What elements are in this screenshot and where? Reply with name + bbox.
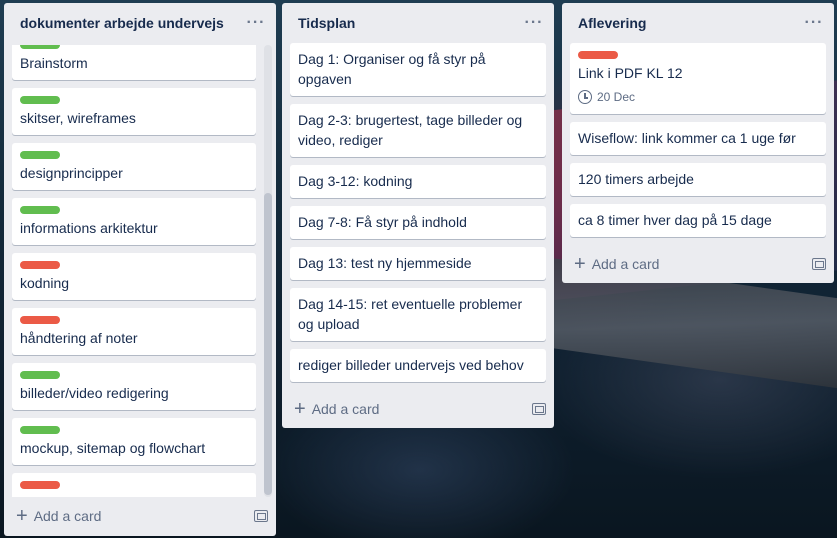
green-label bbox=[20, 371, 60, 379]
scrollbar-thumb[interactable] bbox=[264, 193, 272, 495]
card-title: håndtering af noter bbox=[20, 330, 138, 346]
card-link-i-pdf[interactable]: Link i PDF KL 12 20 Dec bbox=[570, 43, 826, 114]
card-template-icon[interactable] bbox=[532, 403, 546, 415]
due-date-badge: 20 Dec bbox=[578, 87, 818, 107]
add-card-button[interactable]: + Add a card bbox=[574, 253, 660, 275]
card-container: Brainstorm skitser, wireframes designpri… bbox=[4, 45, 264, 497]
list-header: dokumenter arbejde undervejs ··· bbox=[4, 3, 276, 43]
green-label bbox=[20, 206, 60, 214]
add-card-button[interactable]: + Add a card bbox=[16, 505, 102, 527]
green-label bbox=[20, 151, 60, 159]
card-title: rediger billeder undervejs ved behov bbox=[298, 357, 524, 373]
green-label bbox=[20, 96, 60, 104]
list-title[interactable]: dokumenter arbejde undervejs bbox=[20, 15, 224, 31]
card-title: Wiseflow: link kommer ca 1 uge før bbox=[578, 130, 796, 146]
card-kodning[interactable]: kodning bbox=[12, 253, 256, 300]
plus-icon: + bbox=[294, 398, 306, 420]
add-card-label: Add a card bbox=[33, 508, 102, 524]
list-menu-icon[interactable]: ··· bbox=[244, 11, 268, 35]
card-title: Link i PDF KL 12 bbox=[578, 65, 683, 81]
card-dag-14-15[interactable]: Dag 14-15: ret eventuelle problemer og u… bbox=[290, 288, 546, 341]
green-label bbox=[20, 426, 60, 434]
card-title: ca 8 timer hver dag på 15 dage bbox=[578, 212, 772, 228]
add-card-row: + Add a card bbox=[4, 497, 276, 535]
red-label bbox=[20, 316, 60, 324]
card-template-icon[interactable] bbox=[254, 510, 268, 522]
card-title: billeder/video redigering bbox=[20, 385, 169, 401]
card-title: Dag 2-3: brugertest, tage billeder og vi… bbox=[298, 112, 523, 148]
card-8-timer[interactable]: ca 8 timer hver dag på 15 dage bbox=[570, 204, 826, 237]
card-billeder-video[interactable]: billeder/video redigering bbox=[12, 363, 256, 410]
card-mockup[interactable]: mockup, sitemap og flowchart bbox=[12, 418, 256, 465]
add-card-row: + Add a card bbox=[282, 390, 554, 428]
card-120-timer[interactable]: 120 timers arbejde bbox=[570, 163, 826, 196]
card-title: informations arkitektur bbox=[20, 220, 158, 236]
card-title: Brainstorm bbox=[20, 55, 88, 71]
card-rediger-billeder[interactable]: rediger billeder undervejs ved behov bbox=[290, 349, 546, 382]
list-menu-icon[interactable]: ··· bbox=[802, 11, 826, 35]
card-dag-1[interactable]: Dag 1: Organiser og få styr på opgaven bbox=[290, 43, 546, 96]
card-dag-2-3[interactable]: Dag 2-3: brugertest, tage billeder og vi… bbox=[290, 104, 546, 157]
card-designprincipper[interactable]: designprincipper bbox=[12, 143, 256, 190]
card-title: Dag 1: Organiser og få styr på opgaven bbox=[298, 51, 486, 87]
card-dag-13[interactable]: Dag 13: test ny hjemmeside bbox=[290, 247, 546, 280]
card-title: kodning bbox=[20, 275, 70, 291]
card-brainstorm[interactable]: Brainstorm bbox=[12, 45, 256, 80]
card-title: mockup, sitemap og flowchart bbox=[20, 440, 206, 456]
card-title: Dag 13: test ny hjemmeside bbox=[298, 255, 472, 271]
card-title: 120 timers arbejde bbox=[578, 171, 694, 187]
card-title: Dag 7-8: Få styr på indhold bbox=[298, 214, 467, 230]
list-aflevering: Aflevering ··· Link i PDF KL 12 20 Dec W… bbox=[562, 3, 834, 283]
plus-icon: + bbox=[16, 505, 28, 527]
list-header: Aflevering ··· bbox=[562, 3, 834, 43]
plus-icon: + bbox=[574, 253, 586, 275]
list-menu-icon[interactable]: ··· bbox=[522, 11, 546, 35]
list-dokumenter: dokumenter arbejde undervejs ··· Brainst… bbox=[4, 3, 276, 536]
due-date: 20 Dec bbox=[597, 90, 636, 104]
card-informations-arkitektur[interactable]: informations arkitektur bbox=[12, 198, 256, 245]
green-label bbox=[20, 45, 60, 49]
add-card-label: Add a card bbox=[311, 401, 380, 417]
list-tidsplan: Tidsplan ··· Dag 1: Organiser og få styr… bbox=[282, 3, 554, 428]
add-card-label: Add a card bbox=[591, 256, 660, 272]
card-title: designprincipper bbox=[20, 165, 123, 181]
list-title[interactable]: Tidsplan bbox=[298, 15, 355, 31]
card-dag-7-8[interactable]: Dag 7-8: Få styr på indhold bbox=[290, 206, 546, 239]
clock-icon bbox=[578, 90, 592, 104]
red-label bbox=[20, 481, 60, 489]
card-wiseflow[interactable]: Wiseflow: link kommer ca 1 uge før bbox=[570, 122, 826, 155]
card-dag-3-12[interactable]: Dag 3-12: kodning bbox=[290, 165, 546, 198]
red-label bbox=[578, 51, 618, 59]
card-github[interactable]: github bbox=[12, 473, 256, 497]
add-card-button[interactable]: + Add a card bbox=[294, 398, 380, 420]
list-title[interactable]: Aflevering bbox=[578, 15, 646, 31]
card-skitser[interactable]: skitser, wireframes bbox=[12, 88, 256, 135]
red-label bbox=[20, 261, 60, 269]
list-header: Tidsplan ··· bbox=[282, 3, 554, 43]
card-title: skitser, wireframes bbox=[20, 110, 136, 126]
card-template-icon[interactable] bbox=[812, 258, 826, 270]
card-haandtering-af-noter[interactable]: håndtering af noter bbox=[12, 308, 256, 355]
card-title: Dag 3-12: kodning bbox=[298, 173, 413, 189]
add-card-row: + Add a card bbox=[562, 245, 834, 283]
card-title: Dag 14-15: ret eventuelle problemer og u… bbox=[298, 296, 523, 332]
